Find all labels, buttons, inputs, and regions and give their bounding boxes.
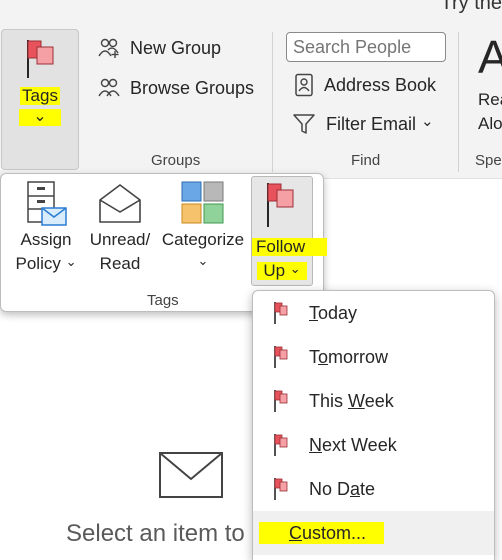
categorize-label: Categorize <box>161 230 245 249</box>
browse-groups-label: Browse Groups <box>130 77 255 98</box>
people-plus-icon <box>98 38 119 58</box>
read-aloud-icon: A <box>478 31 502 83</box>
tags-button-label: Tags <box>20 86 60 105</box>
filter-email-label: Filter Email <box>326 113 417 134</box>
tags-button[interactable]: Tags ⌄ <box>1 29 79 170</box>
follow-up-chevron-icon: ⌄ <box>289 261 301 276</box>
unread-read-button[interactable]: Unread/ Read <box>84 180 156 280</box>
flag-icon <box>267 183 294 227</box>
menu-item-label: Custom... <box>259 521 385 545</box>
small-flag-icon <box>274 478 288 500</box>
address-book-label: Address Book <box>324 74 437 95</box>
menu-item-no-date[interactable]: No Date <box>253 467 494 511</box>
find-group-label: Find <box>351 152 381 169</box>
read-aloud-label-line2: Alo <box>478 114 502 133</box>
menu-item-this-week[interactable]: This Week <box>253 379 494 423</box>
tags-group-label: Tags <box>147 292 179 309</box>
ribbon: Try the Tags ⌄ New Group Browse Groups G… <box>0 0 502 179</box>
menu-item-tomorrow[interactable]: Tomorrow <box>253 335 494 379</box>
menu-item-label: Today <box>309 302 358 323</box>
speech-group-label: Spe <box>475 152 502 169</box>
address-book-button[interactable]: Address Book <box>294 73 436 97</box>
menu-item-custom[interactable]: Custom... <box>253 511 494 555</box>
menu-item-label: This Week <box>309 390 394 411</box>
assign-policy-line1: Assign <box>20 230 72 249</box>
assign-policy-chevron-icon: ⌄ <box>65 254 77 269</box>
menu-item-label: Next Week <box>309 434 397 455</box>
read-aloud-button[interactable]: Rea Alo <box>478 88 502 136</box>
follow-up-line2: Up <box>263 261 286 280</box>
funnel-icon <box>293 114 315 134</box>
categorize-chevron-icon: ⌄ <box>197 253 209 268</box>
tags-chevron-icon: ⌄ <box>19 108 61 126</box>
small-flag-icon <box>274 346 288 368</box>
flag-icon <box>27 40 54 78</box>
search-people-input[interactable] <box>286 32 446 62</box>
new-group-button[interactable]: New Group <box>98 37 221 59</box>
cabinet-mail-icon <box>27 181 67 226</box>
try-hint-text: Try the <box>440 0 502 14</box>
address-book-icon <box>295 73 313 97</box>
assign-policy-line2: Policy <box>15 254 61 273</box>
filter-chevron-icon: ⌄ <box>421 113 434 130</box>
menu-item-label: No Date <box>309 478 376 499</box>
follow-up-menu: Today Tomorrow This Week Next Week No Da… <box>252 290 495 560</box>
new-group-label: New Group <box>130 37 222 58</box>
small-flag-icon <box>274 434 288 456</box>
menu-item-next-week[interactable]: Next Week <box>253 423 494 467</box>
browse-groups-button[interactable]: Browse Groups <box>98 77 254 99</box>
categorize-button[interactable]: Categorize ⌄ <box>159 180 247 280</box>
reading-pane-message: Select an item to <box>66 520 245 547</box>
follow-up-button[interactable]: Follow Up ⌄ <box>251 176 328 286</box>
small-flag-icon <box>274 302 288 324</box>
small-flag-icon <box>274 390 288 412</box>
read-aloud-label-line1: Rea <box>478 90 502 109</box>
envelope-icon <box>159 452 223 498</box>
ribbon-separator <box>458 32 459 172</box>
unread-read-line2: Read <box>99 254 141 273</box>
unread-read-line1: Unread/ <box>89 230 151 249</box>
menu-item-today[interactable]: Today <box>253 291 494 335</box>
assign-policy-button[interactable]: Assign Policy ⌄ <box>11 180 81 280</box>
category-squares-icon <box>181 181 224 224</box>
people-icon <box>98 78 120 97</box>
follow-up-line1: Follow <box>252 238 328 256</box>
menu-item-label: Tomorrow <box>309 346 389 367</box>
envelope-open-icon <box>99 184 141 223</box>
filter-email-button[interactable]: Filter Email ⌄ <box>292 112 434 136</box>
ribbon-separator <box>272 32 273 172</box>
groups-group-label: Groups <box>151 152 201 169</box>
